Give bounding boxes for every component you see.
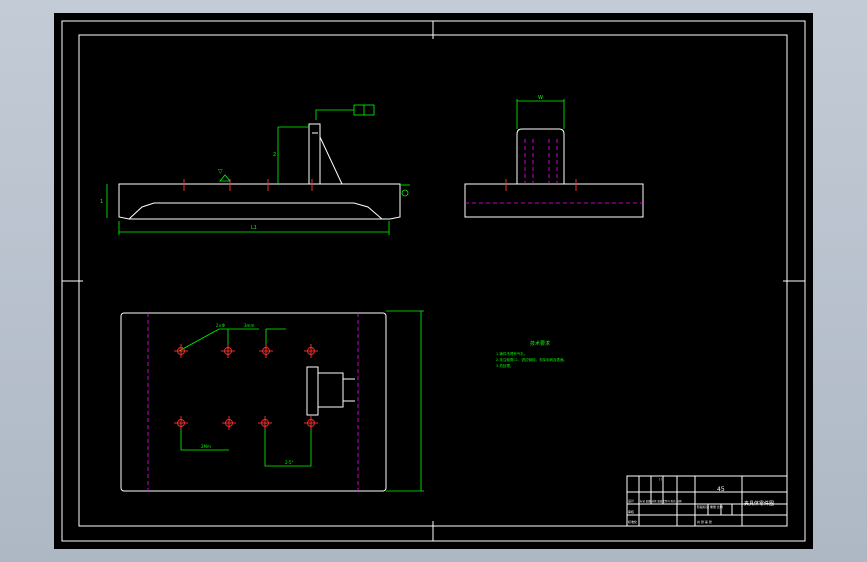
technical-notes: 技术要求 1.铸件不得有气孔。 2.未注倒角C1，锐边倒钝，去除毛刺及表面。 3… xyxy=(496,340,567,368)
front-view: L1 1 2 ▽ xyxy=(100,104,410,235)
notes-heading: 技术要求 xyxy=(530,340,550,347)
title-material: 45 xyxy=(717,486,725,493)
outer-border xyxy=(61,20,806,542)
title-scale-row: 阶段标记 重量 比例 xyxy=(697,504,723,509)
plan-dim-2: 3mm xyxy=(244,323,254,328)
plan-view: 2×Φ 3mm 2Mm 2-5° xyxy=(120,310,424,492)
side-width-label: W xyxy=(538,95,543,101)
title-designer: 设计 xyxy=(628,498,634,503)
title-block: 45 夹具体零件图 阶段标记 重量 比例 共 张 第 张 设计 审核 标准化 标… xyxy=(626,475,788,527)
title-std: 标准化 xyxy=(628,519,637,524)
front-length-label: L1 xyxy=(251,225,257,231)
title-drawing-name: 夹具体零件图 xyxy=(744,500,774,507)
notes-line-3: 3.热处理。 xyxy=(496,363,513,368)
title-check: 审核 xyxy=(628,509,634,514)
notes-line-2: 2.未注倒角C1，锐边倒钝，去除毛刺及表面。 xyxy=(496,357,567,362)
side-view: W xyxy=(464,95,644,218)
cad-viewport[interactable]: L1 1 2 ▽ W 2×Φ 3mm 2Mm 2-5° 技术要求 1.铸件不得有… xyxy=(54,13,813,549)
plan-dim-4: 2-5° xyxy=(285,460,294,465)
notes-line-1: 1.铸件不得有气孔。 xyxy=(496,351,527,356)
plan-dim-3: 2Mm xyxy=(201,444,211,449)
title-standard: 标记 处数 分区 更改文件号 签名 日期 xyxy=(640,499,682,503)
inner-border xyxy=(78,34,788,527)
title-tolerance-frame: [ ] xyxy=(659,477,662,481)
title-sheet-row: 共 张 第 张 xyxy=(697,519,712,524)
plan-dim-1: 2×Φ xyxy=(216,323,225,328)
drawing-canvas: L1 1 2 ▽ W 2×Φ 3mm 2Mm 2-5° 技术要求 1.铸件不得有… xyxy=(61,20,806,542)
front-height-label: 1 xyxy=(100,199,103,205)
datum-symbol: ▽ xyxy=(218,168,223,175)
front-rib-label: 2 xyxy=(273,152,276,158)
